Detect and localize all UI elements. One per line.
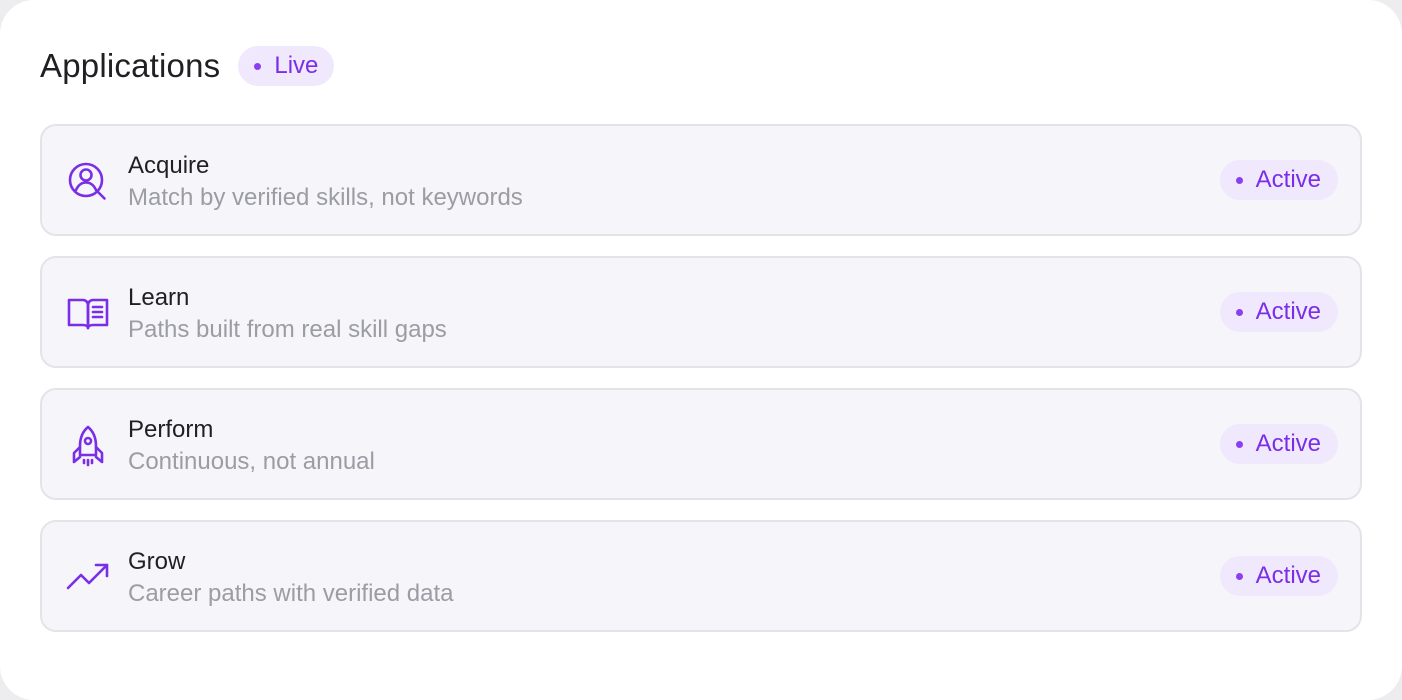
active-status-badge: Active: [1219, 556, 1338, 596]
live-status-label: Live: [274, 52, 319, 79]
application-name: Perform: [128, 416, 214, 443]
applications-card: Applications Live Acquire Match by verif…: [0, 0, 1402, 700]
active-status-label: Active: [1255, 430, 1321, 457]
page-title: Applications: [40, 47, 221, 84]
active-status-badge: Active: [1219, 160, 1338, 200]
status-dot-icon: [1235, 308, 1243, 316]
application-name: Learn: [128, 284, 190, 311]
application-row-learn[interactable]: Learn Paths built from real skill gaps A…: [40, 256, 1362, 368]
status-dot-icon: [254, 62, 262, 70]
application-row-acquire[interactable]: Acquire Match by verified skills, not ke…: [40, 124, 1362, 236]
active-status-label: Active: [1255, 166, 1321, 193]
user-search-icon: [66, 160, 110, 204]
applications-list: Acquire Match by verified skills, not ke…: [40, 124, 1362, 632]
rocket-icon: [66, 424, 110, 468]
live-status-badge: Live: [238, 46, 335, 86]
application-row-perform[interactable]: Perform Continuous, not annual Active: [40, 388, 1362, 500]
trending-up-icon: [66, 556, 110, 600]
active-status-badge: Active: [1219, 292, 1338, 332]
status-dot-icon: [1235, 176, 1243, 184]
active-status-label: Active: [1255, 298, 1321, 325]
application-name: Grow: [128, 548, 186, 575]
application-description: Career paths with verified data: [128, 580, 454, 607]
application-row-grow[interactable]: Grow Career paths with verified data Act…: [40, 520, 1362, 632]
application-description: Continuous, not annual: [128, 448, 375, 475]
status-dot-icon: [1235, 440, 1243, 448]
application-name: Acquire: [128, 152, 210, 179]
application-description: Paths built from real skill gaps: [128, 316, 447, 343]
applications-header: Applications Live: [40, 46, 335, 86]
open-book-icon: [66, 292, 110, 336]
status-dot-icon: [1235, 572, 1243, 580]
application-description: Match by verified skills, not keywords: [128, 184, 523, 211]
active-status-label: Active: [1255, 562, 1321, 589]
active-status-badge: Active: [1219, 424, 1338, 464]
